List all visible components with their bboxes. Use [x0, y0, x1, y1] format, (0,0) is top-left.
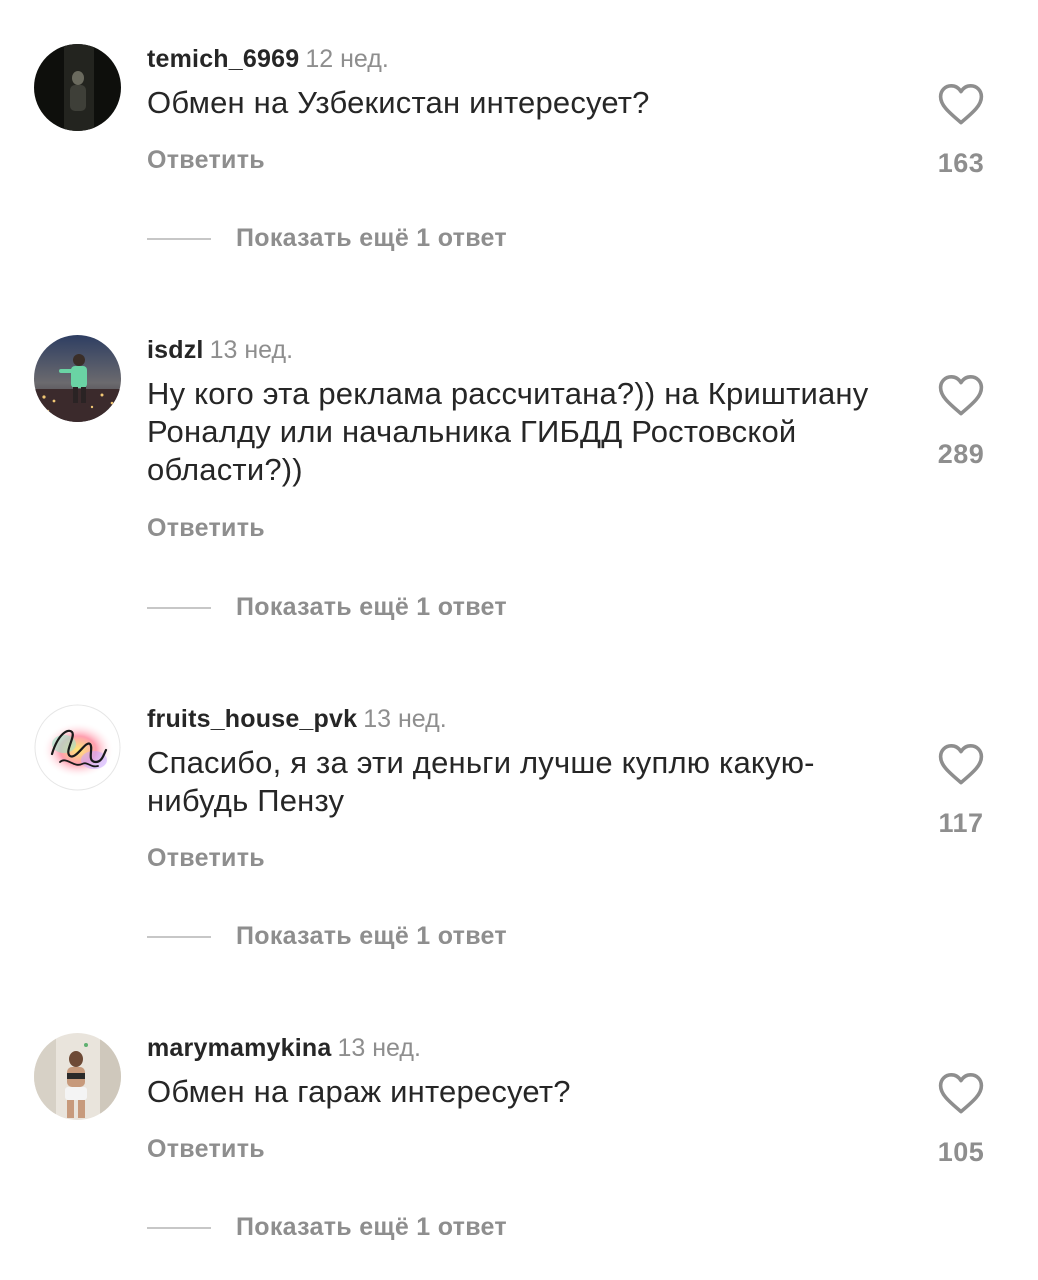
like-count: 163: [937, 148, 985, 178]
avatar[interactable]: [34, 335, 121, 422]
username[interactable]: temich_6969: [147, 45, 299, 73]
view-more-replies-label: Показать ещё 1 ответ: [236, 224, 507, 252]
avatar-image: [34, 44, 121, 131]
like-block: 289: [930, 373, 992, 470]
like-count: 105: [937, 1137, 985, 1167]
username[interactable]: marymamykina: [147, 1034, 331, 1062]
timestamp: 13 нед.: [337, 1034, 421, 1062]
comment-text: Спасибо, я за эти деньги лучше куплю как…: [147, 745, 815, 818]
timestamp: 13 нед.: [363, 705, 447, 733]
heart-icon[interactable]: [937, 742, 985, 786]
comment-text: Обмен на Узбекистан интересует?: [147, 85, 650, 120]
like-block: 163: [930, 82, 992, 179]
comment-header: temich_6969 12 нед.: [147, 42, 389, 76]
heart-icon[interactable]: [937, 82, 985, 126]
view-more-replies-label: Показать ещё 1 ответ: [236, 593, 507, 621]
heart-icon[interactable]: [937, 373, 985, 417]
reply-button[interactable]: Ответить: [147, 1135, 265, 1164]
view-more-replies-label: Показать ещё 1 ответ: [236, 922, 507, 950]
divider-line: [147, 936, 211, 938]
heart-icon[interactable]: [937, 1071, 985, 1115]
like-block: 117: [930, 742, 992, 839]
username[interactable]: isdzl: [147, 336, 204, 364]
comment-text: Ну кого эта реклама рассчитана?)) на Кри…: [147, 376, 869, 487]
avatar[interactable]: [34, 1033, 121, 1120]
divider-line: [147, 1227, 211, 1229]
like-block: 105: [930, 1071, 992, 1168]
comment-text: Обмен на гараж интересует?: [147, 1074, 571, 1109]
reply-button[interactable]: Ответить: [147, 844, 265, 873]
avatar-image: [34, 1033, 121, 1120]
timestamp: 12 нед.: [305, 45, 389, 73]
divider-line: [147, 607, 211, 609]
reply-button[interactable]: Ответить: [147, 146, 265, 175]
avatar-image: [34, 335, 121, 422]
comment-header: fruits_house_pvk 13 нед.: [147, 702, 447, 736]
view-more-replies-label: Показать ещё 1 ответ: [236, 1213, 507, 1241]
avatar-image: [34, 704, 121, 791]
like-count: 289: [937, 439, 985, 469]
like-count: 117: [938, 808, 984, 838]
comment-header: marymamykina 13 нед.: [147, 1031, 421, 1065]
avatar[interactable]: [34, 704, 121, 791]
timestamp: 13 нед.: [209, 336, 294, 364]
divider-line: [147, 238, 211, 240]
username[interactable]: fruits_house_pvk: [147, 705, 357, 733]
comment-header: isdzl 13 нед.: [147, 333, 293, 367]
avatar[interactable]: [34, 44, 121, 131]
reply-button[interactable]: Ответить: [147, 514, 265, 543]
